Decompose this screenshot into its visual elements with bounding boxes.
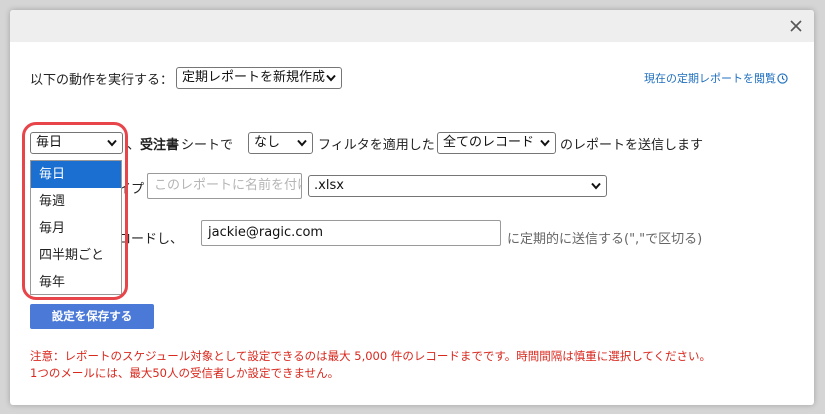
schedule-separator: 、 <box>127 138 141 153</box>
frequency-option-yearly[interactable]: 毎年 <box>31 269 121 296</box>
filter-applied-text: フィルタを適用した <box>318 138 435 153</box>
frequency-option-daily[interactable]: 毎日 <box>31 161 121 188</box>
action-label: 以下の動作を実行する： <box>30 73 174 88</box>
chevron-down-icon <box>297 139 307 147</box>
file-format-select[interactable]: .xlsx <box>308 175 607 197</box>
report-name-input[interactable]: このレポートに名前を付けてください <box>147 173 302 199</box>
send-report-text: のレポートを送信します <box>560 138 704 153</box>
chevron-down-icon <box>540 139 550 147</box>
action-select-value: 定期レポートを新規作成 <box>182 70 326 85</box>
notice-line-1: 注意：レポートのスケジュール対象として設定できるのは最大 5,000 件のレコー… <box>30 349 712 363</box>
close-button[interactable] <box>786 16 806 36</box>
frequency-dropdown-list: 毎日 毎週 毎月 四半期ごと 毎年 <box>30 160 122 295</box>
records-select-value: 全てのレコード <box>443 135 535 150</box>
chevron-down-icon <box>107 139 117 147</box>
filter-select-value: なし <box>254 135 281 150</box>
recipient-email-input[interactable]: jackie@ragic.com <box>201 220 501 246</box>
action-select[interactable]: 定期レポートを新規作成 <box>176 67 342 89</box>
frequency-option-monthly[interactable]: 毎月 <box>31 215 121 242</box>
frequency-select[interactable]: 毎日 <box>30 132 123 154</box>
chevron-down-icon <box>591 182 601 190</box>
view-scheduled-reports-link[interactable]: 現在の定期レポートを閲覧 <box>644 70 788 86</box>
sheet-name: 受注書 <box>140 138 180 153</box>
email-hint-text: に定期的に送信する(","で区切る) <box>507 232 703 247</box>
records-select[interactable]: 全てのレコード <box>437 132 556 154</box>
download-text: ロードし、 <box>118 232 184 247</box>
save-settings-button[interactable]: 設定を保存する <box>30 304 154 329</box>
file-format-value: .xlsx <box>314 178 344 193</box>
sheet-suffix-text: シートで <box>181 138 234 153</box>
dialog-header <box>10 10 814 42</box>
view-scheduled-reports-label: 現在の定期レポートを閲覧 <box>644 72 776 85</box>
chevron-down-icon <box>326 74 336 82</box>
notice-line-2: 1つのメールには、最大50人の受信者しか設定できません。 <box>30 366 340 380</box>
clock-icon <box>777 73 788 84</box>
scheduled-report-dialog: 以下の動作を実行する： 定期レポートを新規作成 現在の定期レポートを閲覧 毎日 … <box>10 10 814 405</box>
frequency-option-quarterly[interactable]: 四半期ごと <box>31 242 121 269</box>
close-icon <box>790 20 802 32</box>
filter-select[interactable]: なし <box>248 132 313 154</box>
notice-text: 注意：レポートのスケジュール対象として設定できるのは最大 5,000 件のレコー… <box>30 348 711 382</box>
frequency-option-weekly[interactable]: 毎週 <box>31 188 121 215</box>
frequency-select-value: 毎日 <box>36 135 63 150</box>
